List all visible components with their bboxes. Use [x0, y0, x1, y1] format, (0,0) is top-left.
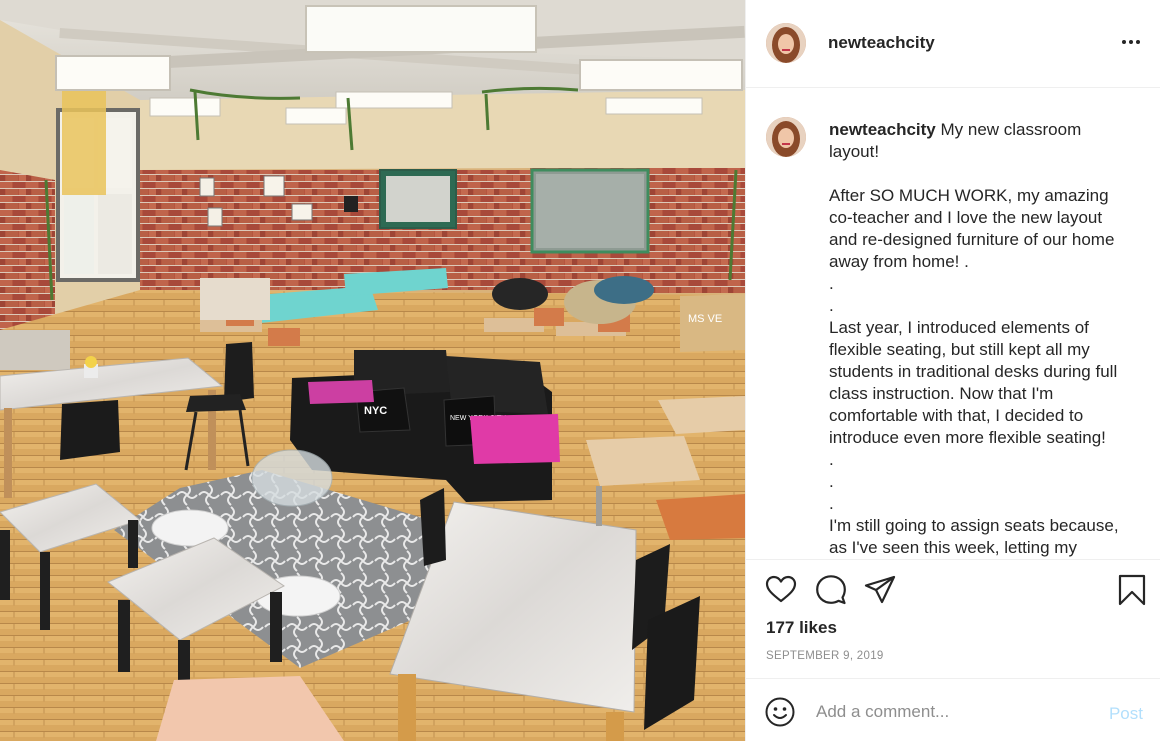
caption-username[interactable]: newteachcity — [829, 120, 936, 139]
likes-count[interactable]: 177 likes — [766, 618, 837, 638]
avatar-image — [766, 117, 806, 157]
classroom-photo: NYC NEW YORK CITY — [0, 0, 745, 741]
caption-avatar[interactable] — [766, 117, 806, 157]
comments-section[interactable]: newteachcity My new classroom layout! Af… — [746, 89, 1160, 559]
more-dot — [1136, 40, 1140, 44]
avatar-image — [766, 23, 806, 63]
add-comment-bar: Post — [746, 678, 1160, 741]
post-comment-button[interactable]: Post — [1109, 704, 1143, 724]
profile-avatar[interactable] — [766, 23, 806, 63]
more-horizontal-icon[interactable] — [1119, 30, 1143, 54]
post-date[interactable]: SEPTEMBER 9, 2019 — [766, 650, 884, 662]
desk-sign-text: MS VE — [688, 313, 722, 325]
comment-input[interactable] — [816, 697, 1086, 727]
post-actions: 177 likes SEPTEMBER 9, 2019 — [746, 559, 1160, 675]
post-side-panel: newteachcity newteachcity My new classro… — [745, 0, 1160, 741]
instagram-post: NYC NEW YORK CITY — [0, 0, 1160, 741]
header-username[interactable]: newteachcity — [828, 33, 935, 53]
post-header: newteachcity — [746, 0, 1160, 88]
send-icon[interactable] — [863, 573, 897, 607]
comment-icon[interactable] — [814, 573, 848, 607]
more-dot — [1129, 40, 1133, 44]
pillow-text-nyc: NYC — [364, 405, 387, 417]
more-dot — [1122, 40, 1126, 44]
post-photo[interactable]: NYC NEW YORK CITY — [0, 0, 745, 741]
heart-icon[interactable] — [764, 573, 798, 607]
smiley-icon[interactable] — [764, 696, 796, 728]
caption-text: My new classroom layout! After SO MUCH W… — [829, 120, 1119, 557]
bookmark-icon[interactable] — [1115, 573, 1149, 607]
post-caption: newteachcity My new classroom layout! Af… — [829, 119, 1134, 559]
